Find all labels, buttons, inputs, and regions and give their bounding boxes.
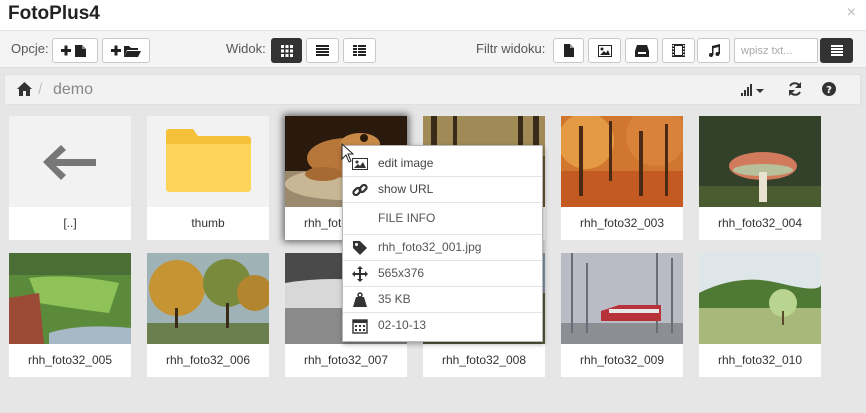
video-filter-icon [672, 44, 685, 57]
app-title: FotoPlus4 [8, 3, 100, 24]
filter-label: Filtr widoku: [476, 41, 546, 56]
menu-item-label: edit image [378, 156, 434, 170]
menu-item-edit-image[interactable]: edit image [343, 151, 542, 177]
image-tile[interactable]: rhh_foto32_009 [561, 253, 683, 377]
parent-folder-tile[interactable]: [..] [9, 116, 131, 240]
help-icon[interactable]: ? [822, 82, 836, 96]
calendar-icon [352, 319, 368, 334]
menu-icon [830, 45, 843, 56]
grid-view-icon [280, 44, 293, 57]
dimensions-row: 565x376 [343, 261, 542, 287]
home-icon[interactable] [17, 82, 32, 96]
title-bar: FotoPlus4 × [0, 0, 866, 28]
meadow-tree-photo [699, 253, 821, 344]
tile-label: rhh_foto32_003 [579, 216, 665, 230]
add-file-button[interactable] [52, 38, 98, 63]
file-size-value: 35 KB [378, 292, 411, 306]
breadcrumb-separator: / [38, 81, 43, 98]
image-tile[interactable]: rhh_foto32_010 [699, 253, 821, 377]
back-arrow-icon [43, 145, 96, 180]
archive-filter-icon [634, 44, 649, 57]
menu-item-label: show URL [378, 182, 434, 196]
image-icon [352, 158, 368, 170]
close-icon[interactable]: × [847, 4, 856, 22]
image-tile[interactable]: rhh_foto32_005 [9, 253, 131, 377]
tile-label: rhh_foto32_004 [717, 216, 803, 230]
tile-label: rhh_foto32_008 [441, 353, 527, 367]
move-arrows-icon [352, 266, 368, 282]
audio-filter-button[interactable] [697, 38, 730, 63]
folder-tile[interactable]: thumb [147, 116, 269, 240]
svg-text:?: ? [826, 85, 832, 96]
file-filter-button[interactable] [553, 38, 584, 63]
date-value: 02-10-13 [378, 318, 427, 332]
add-file-icon [61, 44, 86, 57]
add-folder-icon [111, 45, 141, 57]
thumbnail [561, 253, 683, 344]
autumn-trees-photo [147, 253, 269, 344]
image-tile[interactable]: rhh_foto32_004 [699, 116, 821, 240]
tile-label: rhh_foto32_005 [27, 353, 113, 367]
file-filter-icon [563, 44, 574, 57]
mushroom-photo [699, 116, 821, 207]
sort-icon[interactable] [741, 84, 765, 96]
tile-label: thumb [191, 216, 225, 230]
audio-filter-icon [708, 44, 720, 57]
file-info-header: FILE INFO [343, 203, 542, 235]
list-view-icon [316, 45, 329, 56]
weight-icon [353, 292, 367, 307]
thumbnail [561, 116, 683, 207]
date-row: 02-10-13 [343, 313, 542, 339]
dimensions-value: 565x376 [378, 266, 425, 280]
thumbnail [147, 116, 269, 207]
thumbnail [699, 253, 821, 344]
tile-label: [..] [63, 216, 77, 230]
video-filter-button[interactable] [662, 38, 695, 63]
link-icon [352, 183, 368, 197]
file-name-value: rhh_foto32_001.jpg [378, 240, 482, 254]
archive-filter-button[interactable] [625, 38, 658, 63]
thumbnail [9, 116, 131, 207]
thumbnail [9, 253, 131, 344]
breadcrumb: / demo ? [4, 74, 861, 105]
breadcrumb-folder[interactable]: demo [53, 81, 93, 99]
valley-river-photo [9, 253, 131, 344]
folder-icon [166, 129, 251, 192]
filter-input[interactable] [734, 38, 818, 63]
thumbnail [147, 253, 269, 344]
list-view-button[interactable] [306, 38, 339, 63]
image-tile[interactable]: rhh_foto32_006 [147, 253, 269, 377]
menu-item-show-url[interactable]: show URL [343, 177, 542, 203]
tile-label: rhh_foto32_009 [579, 353, 665, 367]
file-info-heading: FILE INFO [378, 211, 436, 225]
autumn-forest-photo [561, 116, 683, 207]
image-tile[interactable]: rhh_foto32_003 [561, 116, 683, 240]
file-name-row: rhh_foto32_001.jpg [343, 235, 542, 261]
details-view-button[interactable] [343, 38, 376, 63]
context-menu: edit image show URL FILE INFO rhh_foto32… [342, 145, 543, 342]
menu-button[interactable] [820, 38, 853, 63]
toolbar: Opcje: Widok: Filtr widoku: [0, 30, 866, 68]
tag-icon [353, 241, 367, 255]
add-folder-button[interactable] [102, 38, 150, 63]
view-label: Widok: [226, 41, 266, 56]
refresh-icon[interactable] [788, 82, 802, 96]
options-label: Opcje: [11, 41, 49, 56]
grid-view-button[interactable] [271, 38, 302, 63]
image-filter-icon [597, 44, 612, 57]
tile-label: rhh_foto32_006 [165, 353, 251, 367]
details-view-icon [353, 45, 366, 56]
image-filter-button[interactable] [588, 38, 621, 63]
thumbnail [699, 116, 821, 207]
tile-label: rhh_foto32_007 [303, 353, 389, 367]
file-size-row: 35 KB [343, 287, 542, 313]
misty-train-photo [561, 253, 683, 344]
tile-label: rhh_foto32_010 [717, 353, 803, 367]
